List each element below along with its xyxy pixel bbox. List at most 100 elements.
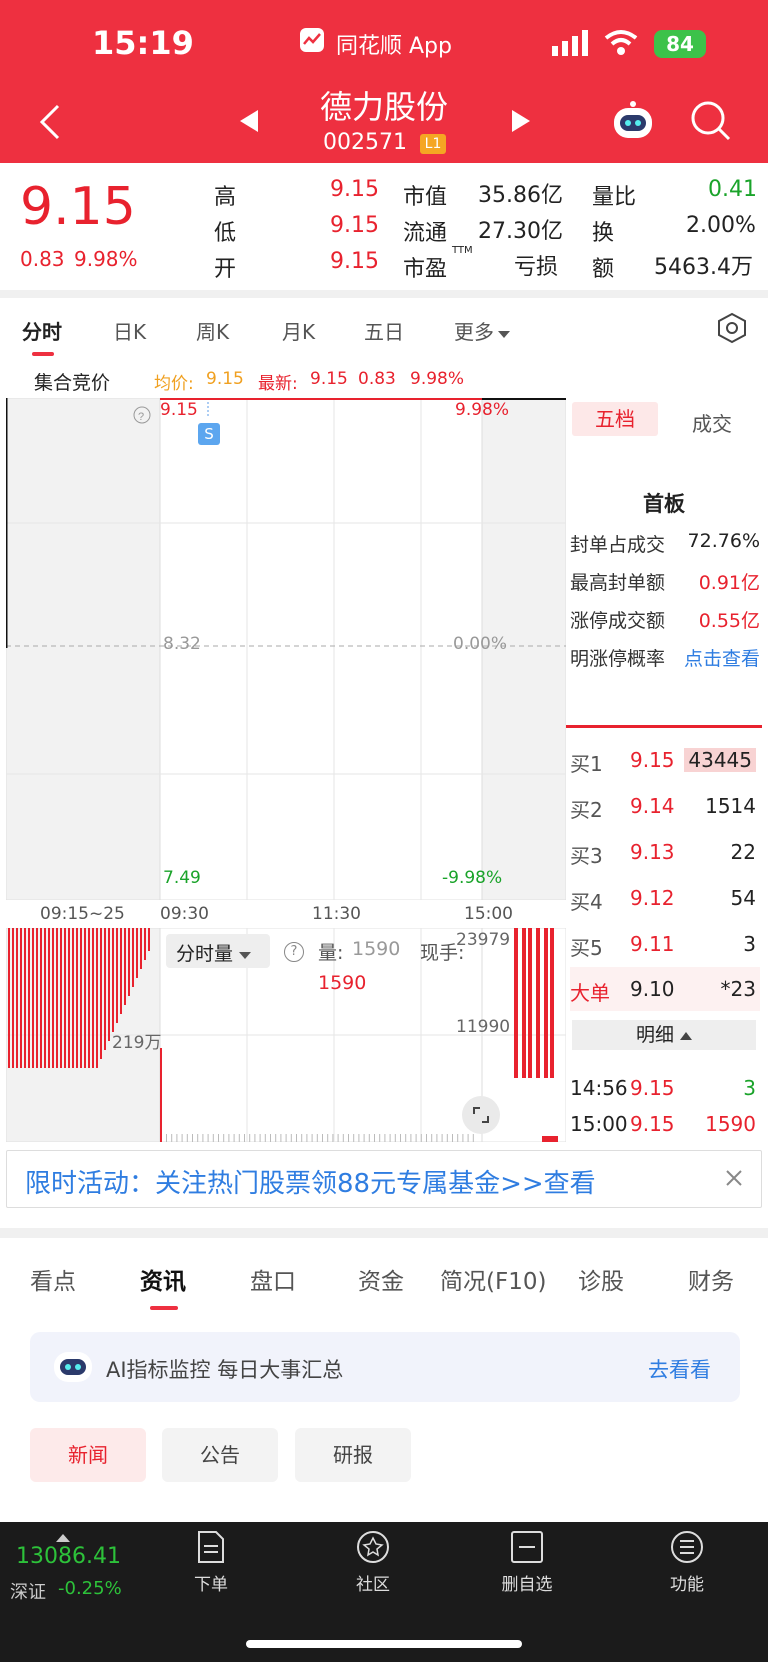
tab-five-level[interactable]: 五档	[572, 402, 658, 436]
auction-volume-bar	[84, 928, 86, 1068]
subtab-research[interactable]: 研报	[295, 1428, 411, 1482]
info-tab[interactable]: 资讯	[140, 1262, 186, 1296]
close-icon[interactable]	[723, 1167, 745, 1193]
bid-row[interactable]: 买1 9.15 43445	[570, 740, 760, 780]
status-time: 15:19	[92, 24, 194, 62]
tab-five-day[interactable]: 五日	[364, 316, 404, 345]
avg-label: 均价:	[154, 374, 194, 394]
metric-row: 封单占成交 72.76%	[570, 526, 760, 562]
auction-volume-bar	[32, 928, 34, 1068]
info-tab[interactable]: 资金	[358, 1262, 404, 1296]
info-tab-bar: 看点 资讯 盘口 资金 简况(F10) 诊股 财务	[0, 1240, 768, 1310]
volume-bar	[441, 1134, 443, 1142]
tab-deals[interactable]: 成交	[692, 408, 732, 437]
metric-value[interactable]: 点击查看	[684, 644, 760, 671]
auction-volume-bar	[136, 928, 138, 978]
volume-bar	[223, 1134, 225, 1142]
caret-down-icon	[239, 952, 252, 959]
auction-volume-bar	[64, 928, 66, 1068]
info-tab[interactable]: 诊股	[578, 1262, 624, 1296]
chart-info-bar: 集合竞价 均价: 9.15 最新: 9.15 0.83 9.98%	[0, 360, 768, 396]
functions-button[interactable]: 功能	[632, 1530, 742, 1595]
robot-assistant-icon[interactable]	[610, 98, 656, 148]
order-button[interactable]: 下单	[156, 1530, 266, 1595]
tick-time: 15:00	[570, 1112, 628, 1136]
amount-label: 额	[592, 257, 615, 282]
volume-bar	[270, 1134, 271, 1142]
promo-banner[interactable]: 限时活动：关注热门股票领88元专属基金>>查看	[6, 1150, 762, 1208]
remove-watchlist-label: 删自选	[501, 1575, 553, 1595]
bid-label: 买1	[570, 752, 603, 776]
index-value[interactable]: 13086.41	[16, 1544, 121, 1569]
quote-panel: 9.15 0.83 9.98% 高 9.15 低 9.15 开 9.15 市值 …	[0, 163, 768, 290]
tab-more[interactable]: 更多	[454, 316, 510, 345]
bid-row[interactable]: 买4 9.12 54	[570, 878, 760, 918]
tab-day-k[interactable]: 日K	[113, 316, 146, 345]
next-stock-button[interactable]	[510, 108, 532, 138]
bid-volume: 22	[730, 840, 756, 864]
x-tick-auction: 09:15~25	[40, 904, 125, 924]
tab-week-k[interactable]: 周K	[196, 316, 229, 345]
volume-bar	[327, 1134, 329, 1142]
bid-row[interactable]: 买3 9.13 22	[570, 832, 760, 872]
bid-label: 买5	[570, 936, 603, 960]
auction-volume-bar	[132, 928, 134, 987]
auction-volume-bar	[76, 928, 78, 1068]
info-tab[interactable]: 简况(F10)	[440, 1262, 546, 1296]
fullscreen-button[interactable]	[462, 1096, 500, 1134]
close-volume-bar	[514, 928, 518, 1078]
ai-card[interactable]: AI指标监控 每日大事汇总 去看看	[30, 1332, 740, 1402]
tab-month-k[interactable]: 月K	[282, 316, 315, 345]
info-tab[interactable]: 看点	[30, 1262, 76, 1296]
volume-bar	[342, 1134, 344, 1142]
pct-axis-top: 9.98%	[455, 400, 510, 420]
volume-help-icon[interactable]: ?	[284, 942, 304, 962]
volume-selector[interactable]: 分时量	[166, 934, 270, 968]
vol-value: 1590	[352, 938, 401, 960]
volume-bar	[176, 1134, 178, 1142]
volume-bar	[259, 1134, 261, 1142]
volume-bar	[431, 1134, 433, 1142]
document-icon	[198, 1531, 224, 1563]
settings-hex-icon[interactable]	[716, 312, 748, 348]
volume-bar	[275, 1134, 277, 1142]
subtab-news[interactable]: 新闻	[30, 1428, 146, 1482]
prev-stock-button[interactable]	[238, 108, 260, 138]
bid-volume: 3	[743, 932, 756, 956]
float-value: 27.30亿	[478, 219, 563, 244]
bid-row[interactable]: 买2 9.14 1514	[570, 786, 760, 826]
big-order-row[interactable]: 大单 9.10 *23	[570, 967, 760, 1011]
volume-bar	[374, 1134, 375, 1142]
subtab-announcements[interactable]: 公告	[162, 1428, 278, 1482]
latest-label: 最新:	[258, 374, 298, 394]
stock-name: 德力股份	[319, 88, 448, 126]
tab-intraday[interactable]: 分时	[22, 316, 62, 345]
search-icon[interactable]	[690, 100, 732, 146]
volume-bar	[171, 1134, 173, 1142]
auction-volume-bar	[12, 928, 14, 1068]
open-label: 开	[214, 257, 237, 282]
sell-marker-badge[interactable]: S	[198, 423, 220, 445]
volume-bar	[457, 1134, 459, 1142]
remove-watchlist-button[interactable]: 删自选	[472, 1530, 582, 1595]
vr-value: 0.41	[708, 177, 757, 202]
detail-toggle[interactable]: 明细	[572, 1020, 756, 1050]
community-button[interactable]: 社区	[318, 1530, 428, 1595]
metric-row[interactable]: 明涨停概率 点击查看	[570, 640, 760, 676]
auction-volume-bar	[24, 928, 26, 1068]
ai-link[interactable]: 去看看	[648, 1354, 711, 1384]
auction-volume-bar	[52, 928, 54, 1068]
volume-bar	[394, 1134, 396, 1142]
auction-volume-bar	[128, 928, 130, 996]
info-tab[interactable]: 盘口	[250, 1262, 296, 1296]
volume-bar	[452, 1134, 453, 1142]
bid-row[interactable]: 买5 9.11 3	[570, 924, 760, 964]
price-axis-mid: 8.32	[163, 634, 201, 654]
big-order-price: 9.10	[630, 977, 675, 1001]
auction-volume-bar	[124, 928, 126, 1005]
volume-bar	[290, 1134, 292, 1142]
back-button[interactable]	[38, 102, 62, 146]
info-tab[interactable]: 财务	[688, 1262, 734, 1296]
auction-volume-bar	[36, 928, 38, 1068]
bid-price: 9.13	[630, 840, 675, 864]
